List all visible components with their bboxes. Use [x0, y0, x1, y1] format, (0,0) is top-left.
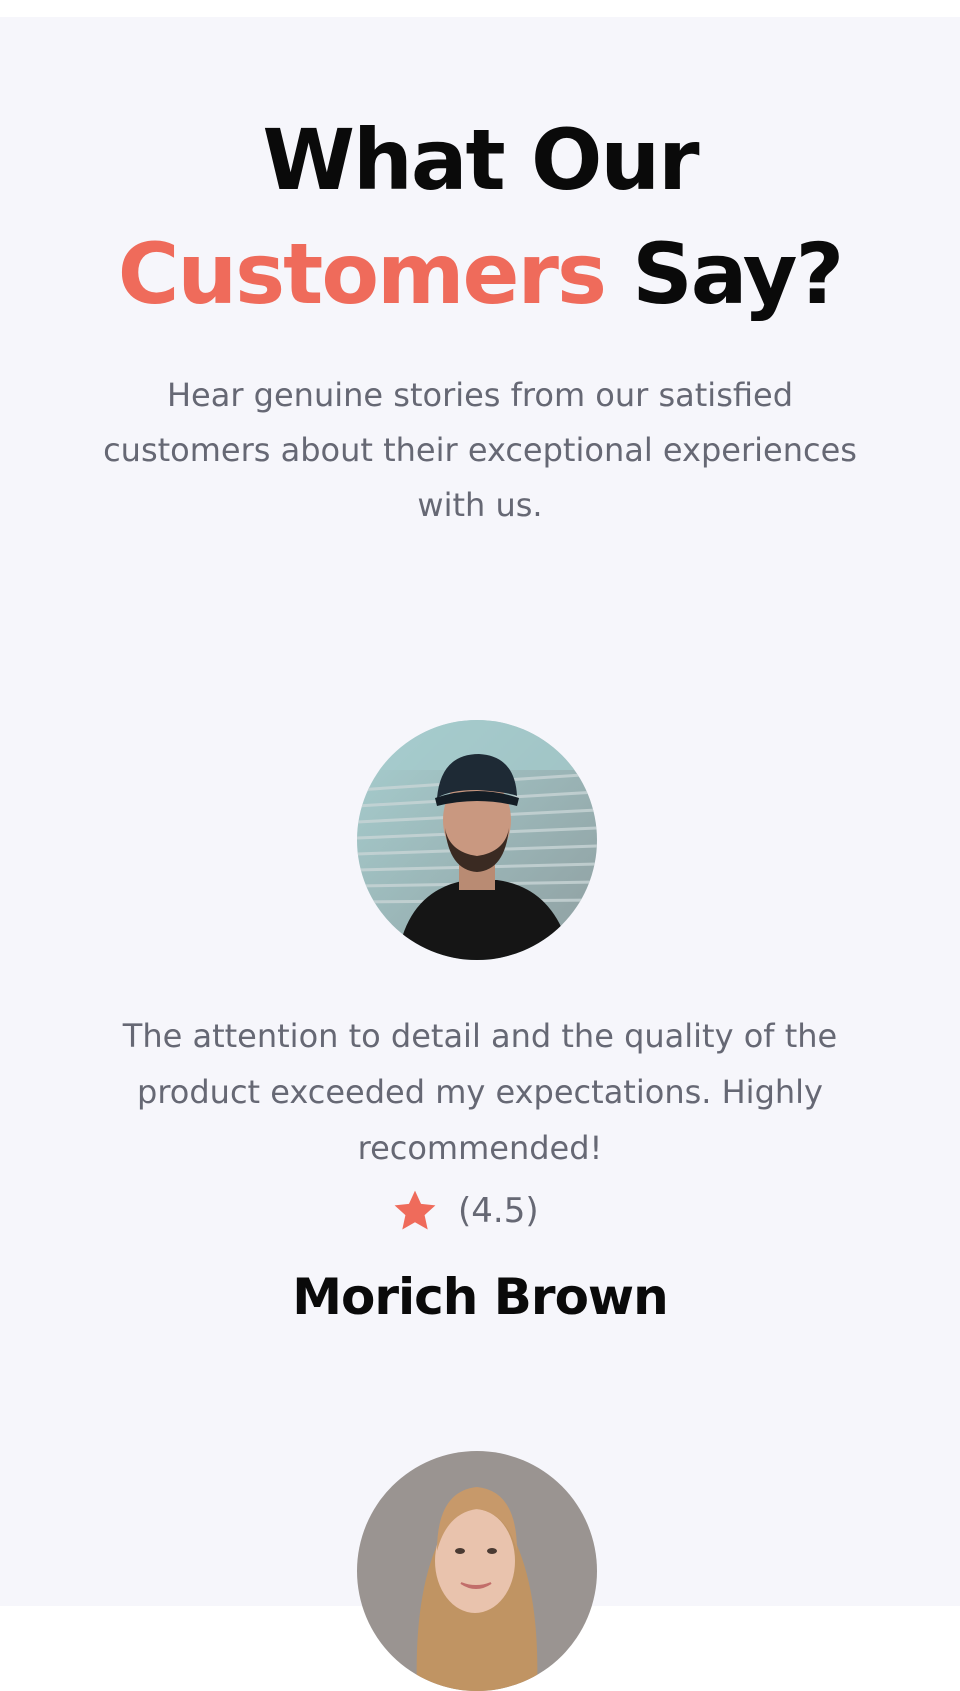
section-title-line1: What Our: [0, 118, 960, 202]
avatar-woman-icon: [357, 1451, 597, 1691]
testimonials-section: What Our Customers Say? Hear genuine sto…: [0, 17, 960, 1691]
testimonial-quote: The attention to detail and the quality …: [122, 1017, 838, 1167]
avatar-man-cap-icon: [357, 720, 597, 960]
customer-name: Morich Brown: [292, 1268, 668, 1326]
star-icon: [394, 1190, 436, 1230]
section-title-text: What Our: [262, 111, 699, 209]
section-subtitle: Hear genuine stories from our satisfied …: [103, 376, 857, 524]
rating-value: (4.5): [458, 1191, 539, 1231]
section-title-rest: Say?: [604, 225, 844, 323]
testimonial-rating: (4.5): [0, 1186, 960, 1246]
section-title-accent: Customers: [117, 225, 607, 323]
customer-avatar: [357, 1451, 597, 1691]
section-title-line2: Customers Say?: [0, 232, 960, 316]
customer-avatar: [357, 720, 597, 960]
